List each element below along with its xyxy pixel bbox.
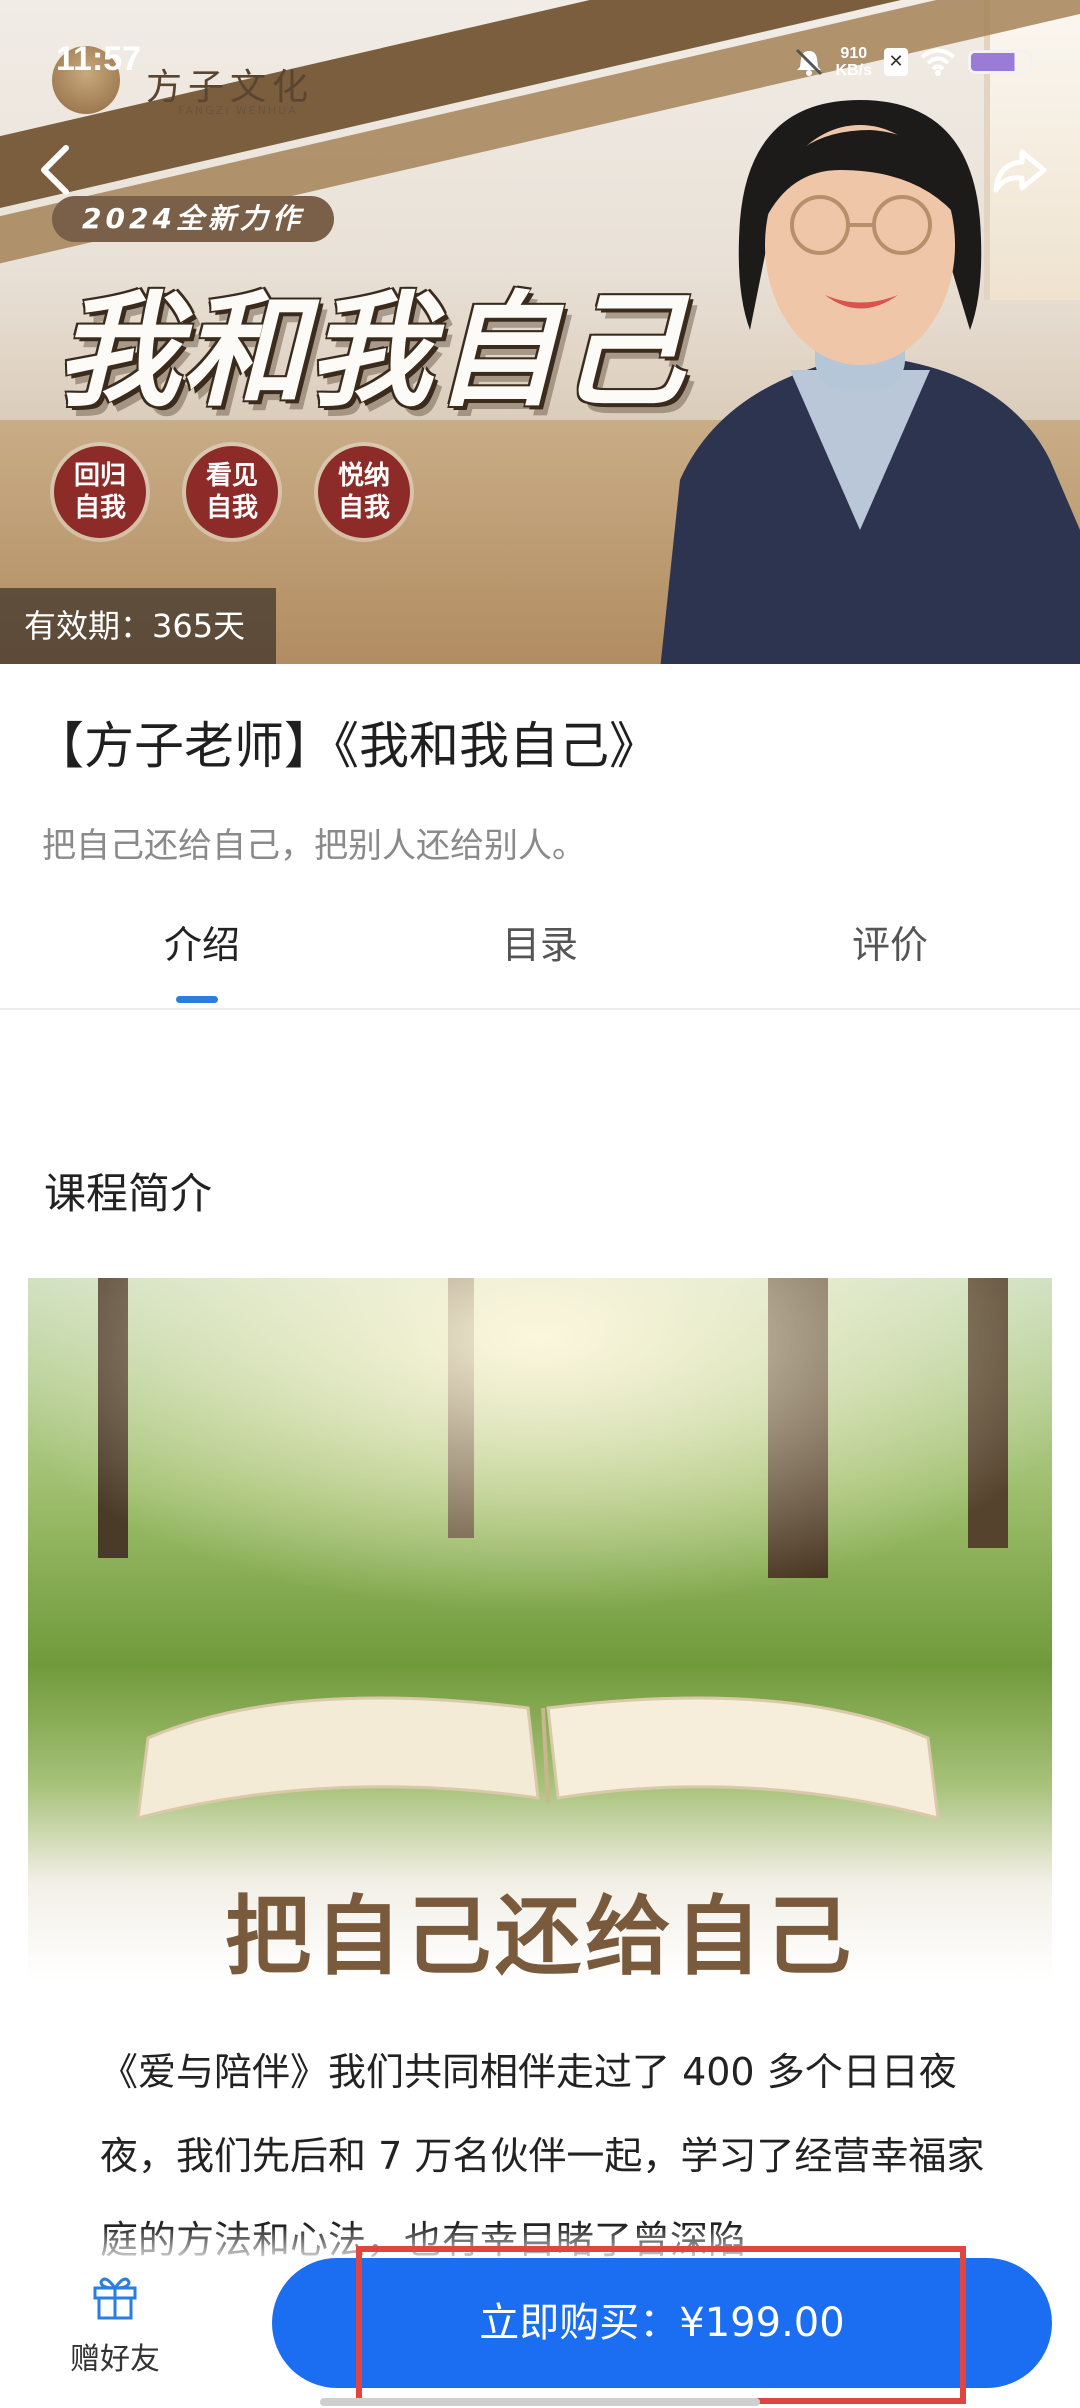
status-time: 11:57: [56, 40, 142, 78]
intro-image-caption: 把自己还给自己: [225, 1886, 855, 1980]
wifi-icon: [920, 48, 956, 76]
tag-accept-self: 悦纳 自我: [318, 446, 410, 538]
net-speed-unit: KB/s: [835, 62, 872, 79]
gift-friend-button[interactable]: 赠好友: [60, 2270, 170, 2378]
section-title-intro: 课程简介: [44, 1169, 213, 1218]
validity-label: 有效期：365天: [0, 588, 276, 664]
tab-intro[interactable]: 介绍: [164, 914, 240, 969]
new-badge: 2024全新力作: [52, 196, 334, 242]
tag-return-self: 回归 自我: [54, 446, 146, 538]
app-x-icon: ✕: [884, 48, 908, 76]
tab-catalog[interactable]: 目录: [502, 914, 578, 969]
brand-name: 方子文化: [146, 67, 315, 108]
status-icons: 910 KB/s ✕: [794, 40, 1032, 84]
course-tabs: 介绍 目录 评价: [0, 890, 1080, 1010]
course-subtitle: 把自己还给自己，把别人还给别人。: [42, 826, 586, 866]
tag-see-self: 看见 自我: [186, 446, 278, 538]
buy-now-button[interactable]: 立即购买：¥199.00: [272, 2258, 1052, 2388]
battery-icon: [968, 50, 1032, 74]
banner-tags: 回归 自我 看见 自我 悦纳 自我: [54, 446, 410, 538]
banner-title: 我和我自己: [56, 279, 687, 424]
gift-icon: [93, 2277, 137, 2320]
course-banner: 方子文化 FANGZI WENHUA 2024全新力作 我和我自己 回归 自我 …: [0, 0, 1080, 664]
tab-indicator: [176, 996, 218, 1003]
net-speed: 910 KB/s: [836, 45, 872, 79]
intro-image: 把自己还给自己: [28, 1278, 1052, 1980]
bell-muted-icon: [795, 48, 822, 76]
tab-reviews[interactable]: 评价: [852, 914, 928, 969]
net-speed-value: 910: [840, 45, 868, 62]
gift-label: 赠好友: [70, 2342, 160, 2377]
back-icon[interactable]: [30, 140, 82, 200]
home-indicator[interactable]: [320, 2398, 760, 2406]
share-icon[interactable]: [990, 140, 1050, 200]
course-title: 【方子老师】《我和我自己》: [34, 717, 659, 775]
brand-sub: FANGZI WENHUA: [178, 104, 298, 117]
